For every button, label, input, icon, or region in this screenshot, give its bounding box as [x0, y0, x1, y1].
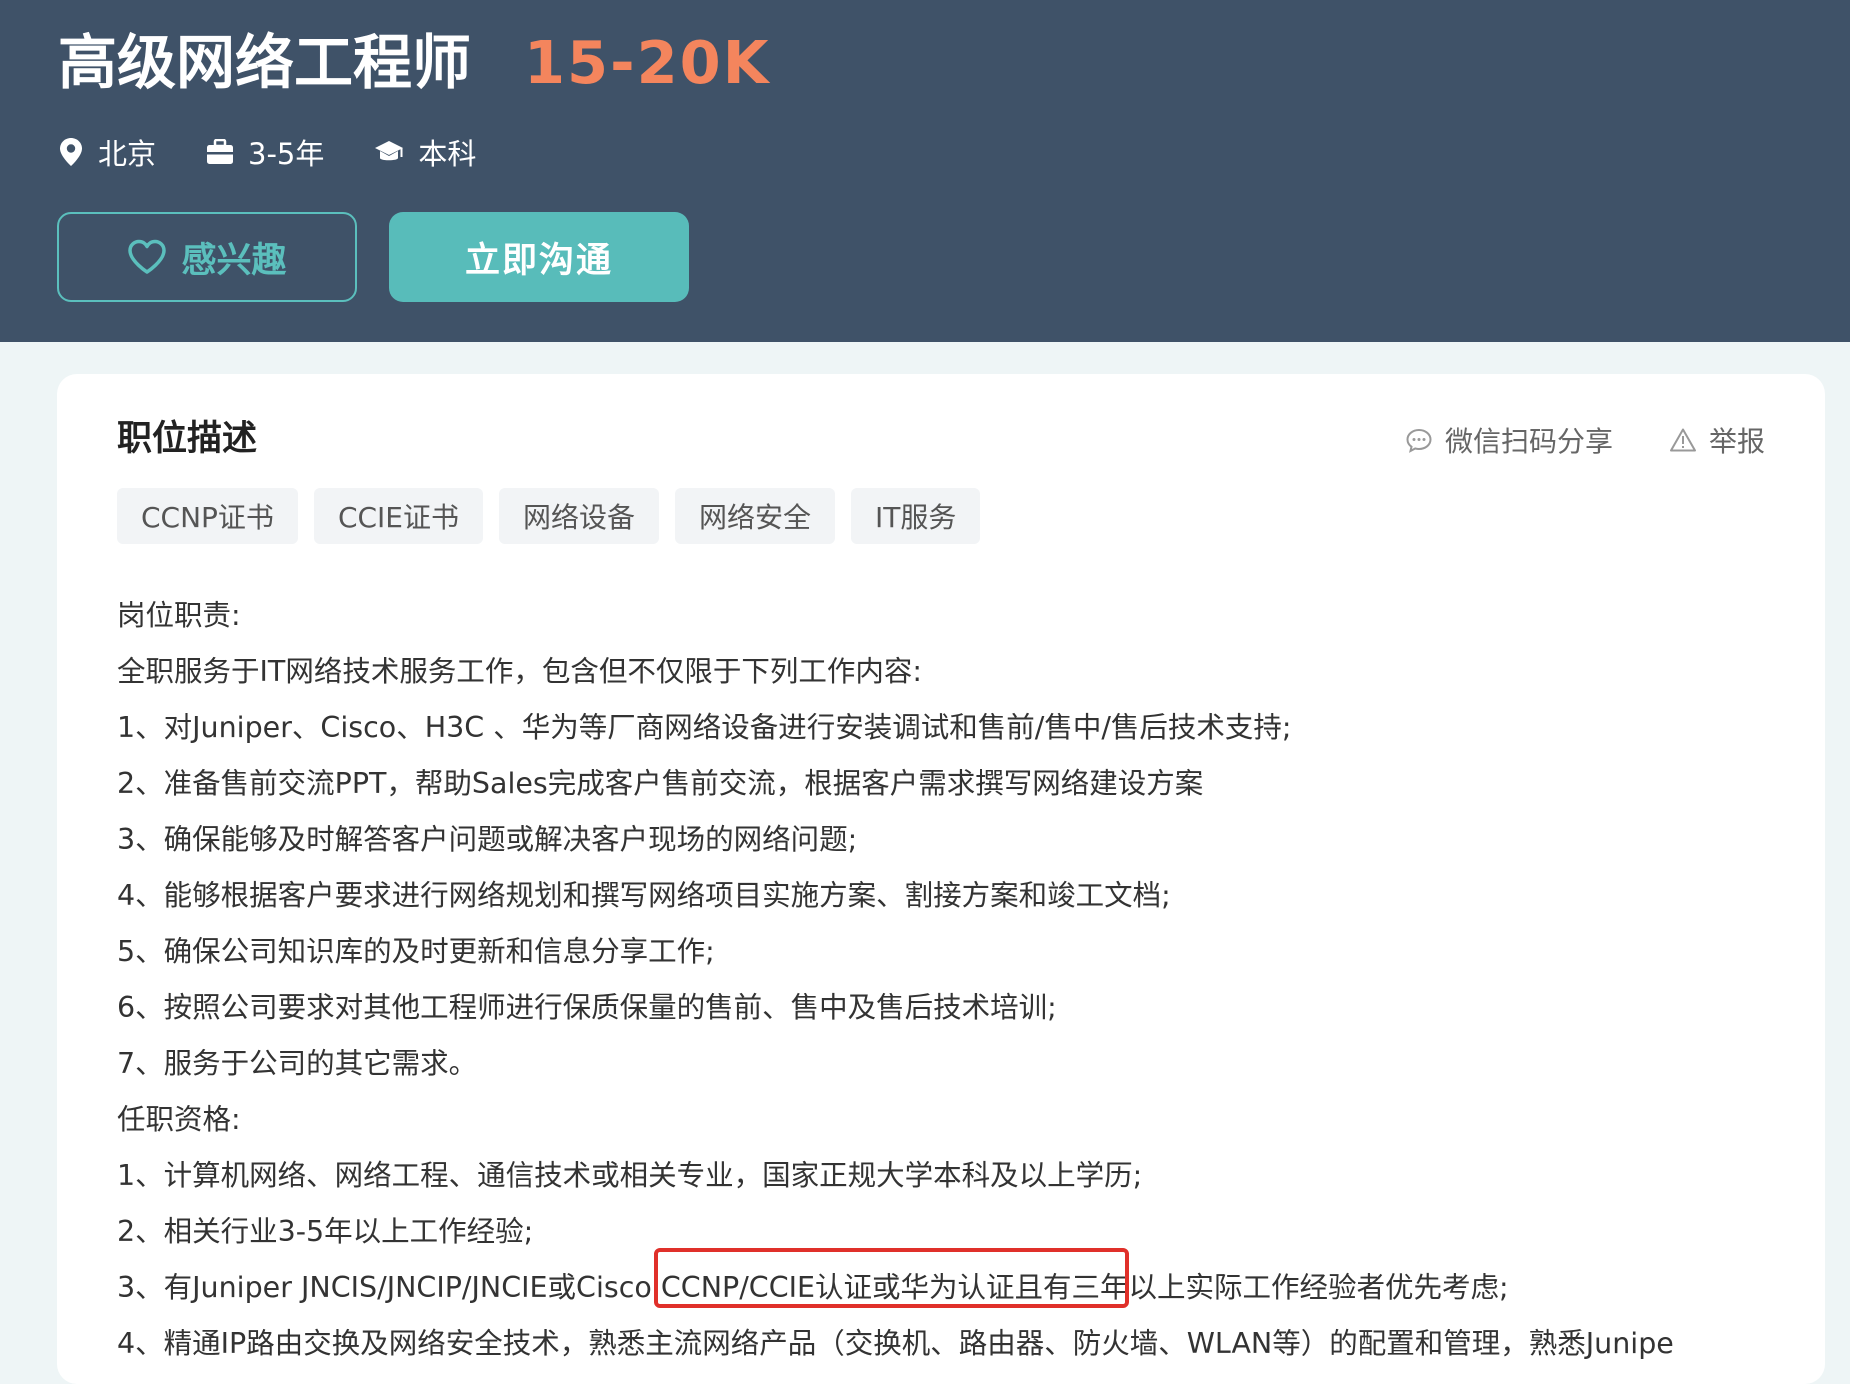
description-line: 任职资格: — [117, 1103, 241, 1136]
briefcase-icon — [207, 139, 234, 164]
wechat-share-button[interactable]: 微信扫码分享 — [1405, 420, 1613, 460]
section-title: 职位描述 — [117, 419, 258, 459]
description-line: 2、准备售前交流PPT，帮助Sales完成客户售前交流，根据客户需求撰写网络建设… — [117, 767, 1204, 800]
description-line: 6、按照公司要求对其他工程师进行保质保量的售前、售中及售后技术培训; — [117, 991, 1057, 1024]
description-line: 1、对Juniper、Cisco、H3C 、华为等厂商网络设备进行安装调试和售前… — [117, 711, 1292, 744]
description-line: 3、有Juniper JNCIS/JNCIP/JNCIE或Cisco CCNP/… — [117, 1271, 1509, 1304]
meta-education: 本科 — [374, 131, 476, 173]
meta-experience: 3-5年 — [206, 131, 324, 173]
meta-location: 北京 — [58, 131, 156, 173]
job-header: 高级网络工程师 15-20K 北京 3-5年 本科 感兴趣 立即沟通 — [0, 0, 1850, 342]
skill-tag[interactable]: CCNP证书 — [117, 488, 298, 544]
report-button[interactable]: 举报 — [1669, 420, 1765, 460]
report-label: 举报 — [1708, 425, 1765, 458]
skill-tags: CCNP证书 CCIE证书 网络设备 网络安全 IT服务 — [117, 488, 996, 544]
warning-triangle-icon — [1669, 428, 1696, 452]
share-label: 微信扫码分享 — [1444, 425, 1613, 458]
skill-tag[interactable]: 网络设备 — [499, 488, 660, 544]
description-line: 3、确保能够及时解答客户问题或解决客户现场的网络问题; — [117, 823, 858, 856]
job-description-card: 职位描述 微信扫码分享 举报 CCNP证书 CCIE证书 网络设备 网络安全 I… — [57, 374, 1825, 1384]
experience-text: 3-5年 — [248, 137, 325, 171]
description-line: 2、相关行业3-5年以上工作经验; — [117, 1215, 534, 1248]
skill-tag[interactable]: CCIE证书 — [313, 488, 483, 544]
location-text: 北京 — [98, 137, 157, 171]
skill-tag[interactable]: 网络安全 — [675, 488, 836, 544]
graduation-cap-icon — [375, 141, 404, 161]
salary: 15-20K — [524, 28, 771, 97]
map-pin-icon — [60, 138, 82, 166]
chat-bubble-icon — [1406, 428, 1432, 453]
description-line: 岗位职责: — [117, 599, 241, 632]
chat-now-label: 立即沟通 — [464, 240, 613, 281]
job-meta: 北京 3-5年 本科 — [58, 130, 526, 174]
interested-label: 感兴趣 — [181, 240, 287, 281]
card-actions: 微信扫码分享 举报 — [1349, 418, 1765, 462]
description-line: 7、服务于公司的其它需求。 — [117, 1047, 478, 1080]
description-line: 全职服务于IT网络技术服务工作，包含但不仅限于下列工作内容: — [117, 655, 922, 688]
interested-button[interactable]: 感兴趣 — [57, 212, 357, 302]
job-title: 高级网络工程师 — [58, 28, 472, 97]
description-line: 5、确保公司知识库的及时更新和信息分享工作; — [117, 935, 715, 968]
heart-icon — [128, 239, 167, 274]
description-line: 4、能够根据客户要求进行网络规划和撰写网络项目实施方案、割接方案和竣工文档; — [117, 879, 1171, 912]
job-description-text: 岗位职责: 全职服务于IT网络技术服务工作，包含但不仅限于下列工作内容: 1、对… — [117, 588, 1797, 1372]
skill-tag[interactable]: IT服务 — [851, 488, 981, 544]
description-line: 1、计算机网络、网络工程、通信技术或相关专业，国家正规大学本科及以上学历; — [117, 1159, 1143, 1192]
chat-now-button[interactable]: 立即沟通 — [389, 212, 689, 302]
education-text: 本科 — [418, 137, 477, 171]
description-line: 4、精通IP路由交换及网络安全技术，熟悉主流网络产品（交换机、路由器、防火墙、W… — [117, 1327, 1674, 1360]
